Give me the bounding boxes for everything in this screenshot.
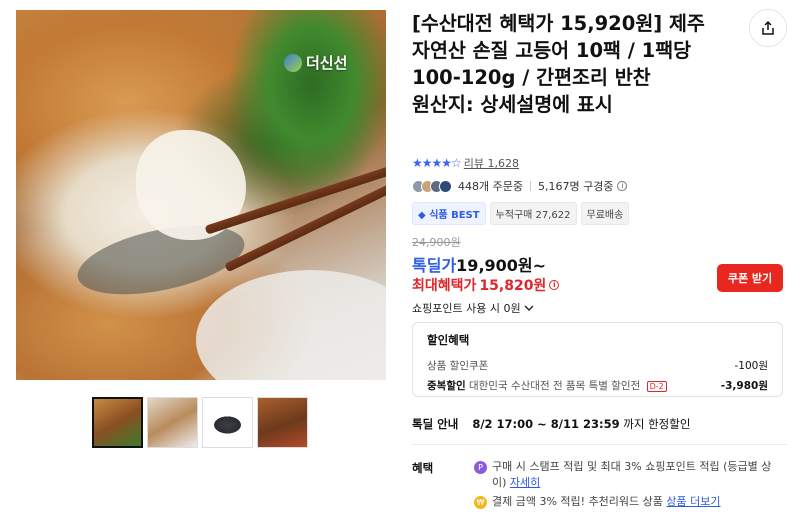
review-link[interactable]: 리뷰 1,628: [464, 155, 519, 171]
review-label: 리뷰: [463, 157, 485, 170]
discount-amount: -100원: [734, 360, 769, 372]
benefit-label: 혜택: [412, 461, 434, 475]
benefit-text: 결제 금액 3% 적립! 추천리워드 상품: [492, 495, 663, 508]
rating-stars: ★★★★☆: [412, 156, 462, 170]
viewers-text: 5,167명 구경중: [537, 180, 614, 193]
purchase-count-badge: 누적구매 27,622: [489, 202, 577, 225]
thumbnail-1[interactable]: [92, 397, 143, 448]
discount-label: 대한민국 수산대전 전 품목 특별 할인전: [468, 380, 641, 392]
section-divider: [412, 444, 787, 445]
main-product-image[interactable]: 더신선: [16, 10, 386, 380]
deal-price: 톡딜가19,900원~: [412, 252, 546, 276]
discount-row: 중복할인 대한민국 수산대전 전 품목 특별 할인전 D-2 -3,980원: [427, 378, 768, 393]
thumbnail-4[interactable]: [257, 397, 308, 448]
trophy-icon: ◆: [418, 210, 426, 221]
max-benefit-price: 최대혜택가 15,820원 i: [412, 275, 560, 295]
discount-label-strong: 중복할인: [427, 380, 466, 392]
discount-amount: -3,980원: [720, 380, 768, 392]
point-icon: P: [474, 461, 487, 474]
badge-row: ◆ 식품 BEST 누적구매 27,622 무료배송: [412, 202, 630, 225]
buyer-avatars: [412, 179, 452, 193]
divider: [529, 181, 531, 191]
more-products-link[interactable]: 상품 더보기: [666, 495, 720, 508]
max-benefit-value: 15,820원: [479, 278, 547, 294]
discount-label: 상품 할인쿠폰: [427, 360, 489, 372]
deal-info-value: 8/2 17:00 ~ 8/11 23:59 까지 한정할인: [472, 417, 691, 431]
deal-info-row: 톡딜 안내 8/2 17:00 ~ 8/11 23:59 까지 한정할인: [412, 416, 690, 432]
original-price: 24,900원: [412, 236, 461, 249]
dday-tag: D-2: [646, 381, 667, 392]
deal-info-label: 톡딜 안내: [412, 417, 459, 431]
brand-logo-text: 더신선: [306, 54, 348, 72]
deal-price-label: 톡딜가: [412, 256, 457, 275]
chevron-down-icon: [524, 305, 534, 311]
info-icon[interactable]: i: [617, 181, 628, 191]
brand-logo: 더신선: [284, 52, 347, 73]
thumbnail-strip: [92, 397, 308, 448]
share-icon: [762, 20, 774, 35]
product-title: [수산대전 혜택가 15,920원] 제주 자연산 손질 고등어 10팩 / 1…: [412, 12, 705, 116]
coupon-button[interactable]: 쿠폰 받기: [717, 264, 783, 292]
details-link[interactable]: 자세히: [510, 476, 540, 489]
info-icon[interactable]: i: [549, 280, 560, 290]
points-text: 쇼핑포인트 사용 시 0원: [412, 302, 521, 315]
discount-row: 상품 할인쿠폰 -100원: [427, 358, 768, 373]
benefit-item: ₩ 결제 금액 3% 적립! 추천리워드 상품 상품 더보기: [474, 494, 784, 510]
thumbnail-2[interactable]: [147, 397, 198, 448]
benefit-item: P 구매 시 스탬프 적립 및 최대 3% 쇼핑포인트 적립 (등급별 상이) …: [474, 459, 784, 491]
share-button[interactable]: [749, 9, 787, 47]
deal-price-value: 19,900원~: [456, 256, 547, 275]
rating-row: ★★★★☆ 리뷰 1,628: [412, 155, 519, 171]
points-dropdown[interactable]: 쇼핑포인트 사용 시 0원: [412, 300, 534, 316]
coin-icon: ₩: [474, 496, 487, 509]
benefit-list: P 구매 시 스탬프 적립 및 최대 3% 쇼핑포인트 적립 (등급별 상이) …: [474, 459, 784, 513]
brand-mark-icon: [284, 53, 302, 72]
free-shipping-badge: 무료배송: [580, 202, 630, 225]
discount-box: 할인혜택 상품 할인쿠폰 -100원 중복할인 대한민국 수산대전 전 품목 특…: [412, 322, 783, 397]
plate-image-part: [196, 270, 386, 380]
chopstick-image-part: [224, 176, 386, 273]
max-benefit-label: 최대혜택가: [412, 278, 477, 294]
review-count: 1,628: [487, 157, 520, 170]
stats-row: 448개 주문중 5,167명 구경중 i: [412, 178, 628, 194]
food-best-badge: ◆ 식품 BEST: [412, 202, 486, 225]
orders-text: 448개 주문중: [458, 180, 523, 193]
thumbnail-3[interactable]: [202, 397, 253, 448]
discount-heading: 할인혜택: [427, 333, 470, 347]
